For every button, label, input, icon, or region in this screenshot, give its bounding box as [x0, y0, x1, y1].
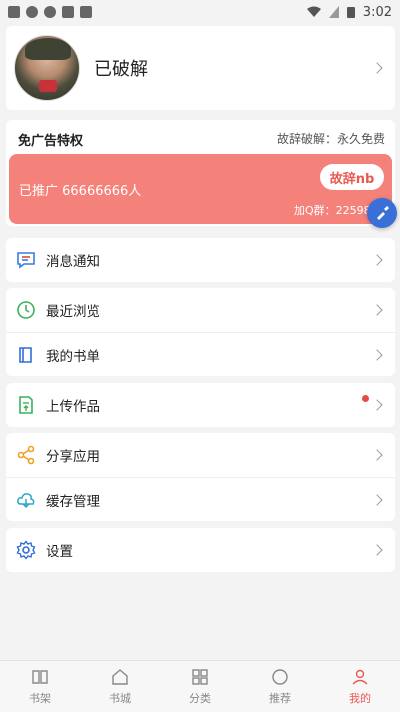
tab-label: 书架 [29, 692, 51, 705]
tab-mine[interactable]: 我的 [320, 661, 400, 712]
chevron-right-icon [371, 254, 383, 266]
home-icon [112, 669, 128, 685]
menu-item-share[interactable]: 分享应用 [6, 433, 395, 477]
bookshelf-icon [32, 670, 48, 684]
book-icon [19, 346, 32, 363]
unread-dot [362, 395, 369, 402]
upload-doc-icon [19, 396, 33, 414]
promo-count: 已推广 66666666人 [19, 184, 142, 199]
vip-title: 免广告特权 [18, 134, 84, 149]
profile-name: 已破解 [94, 59, 148, 80]
app-notification-icon-2 [44, 6, 56, 18]
chevron-right-icon [371, 348, 383, 361]
tab-label: 书城 [109, 692, 131, 705]
tab-bookstore[interactable]: 书城 [80, 661, 160, 712]
vip-button[interactable]: 故辞nb [320, 164, 384, 190]
menu-label-cache: 缓存管理 [46, 493, 100, 510]
menu-group-settings: 设置 [6, 528, 395, 572]
grid-icon [192, 669, 208, 685]
menu-group-share: 分享应用 缓存管理 [6, 433, 395, 521]
cloud-download-icon [17, 492, 35, 508]
status-bar: 3:02 [0, 0, 400, 24]
avatar[interactable] [14, 35, 80, 101]
tab-label: 我的 [349, 692, 371, 705]
wifi-icon [306, 6, 321, 17]
menu-group-browse: 最近浏览 我的书单 [6, 288, 395, 376]
sync-icon [62, 6, 74, 18]
menu-item-recent[interactable]: 最近浏览 [6, 288, 395, 332]
menu-item-settings[interactable]: 设置 [6, 528, 395, 572]
menu-item-notify[interactable]: 消息通知 [6, 238, 395, 282]
profile-card[interactable]: 已破解 [6, 26, 395, 110]
menu-label-settings: 设置 [46, 544, 73, 560]
gear-icon [16, 540, 36, 560]
menu-label-notify: 消息通知 [46, 254, 100, 270]
chevron-right-icon [371, 493, 383, 506]
user-icon [352, 669, 368, 685]
vip-status: 故辞破解：永久免费 [276, 132, 385, 146]
a-icon [80, 6, 92, 18]
menu-item-cache[interactable]: 缓存管理 [6, 477, 395, 521]
bottom-tab-bar: 书架 书城 分类 推荐 我的 [0, 660, 400, 712]
menu-item-upload[interactable]: 上传作品 [6, 383, 395, 427]
menu-label-recent: 最近浏览 [46, 304, 100, 320]
share-icon [17, 445, 35, 465]
vip-card: 免广告特权 故辞破解：永久免费 已推广 66666666人 故辞nb 加Q群：2… [6, 120, 395, 226]
chevron-right-icon [371, 399, 383, 411]
chevron-right-icon [371, 449, 383, 461]
menu-label-upload: 上传作品 [46, 399, 100, 415]
menu-group-upload: 上传作品 [6, 383, 395, 427]
floating-broom-icon[interactable] [367, 198, 397, 228]
chevron-right-icon [371, 304, 383, 316]
message-icon [17, 252, 35, 269]
no-signal-icon [328, 6, 339, 18]
clock: 3:02 [362, 4, 392, 20]
menu-item-booklist[interactable]: 我的书单 [6, 332, 395, 376]
menu-group-notify: 消息通知 [6, 238, 395, 282]
tab-bookshelf[interactable]: 书架 [0, 661, 80, 712]
tab-label: 推荐 [269, 692, 291, 705]
tab-category[interactable]: 分类 [160, 661, 240, 712]
notification-icon [8, 6, 20, 18]
clock-icon [17, 301, 35, 319]
menu-label-share: 分享应用 [46, 449, 100, 465]
tab-label: 分类 [189, 692, 211, 705]
tab-recommend[interactable]: 推荐 [240, 661, 320, 712]
chevron-right-icon [371, 62, 383, 74]
app-notification-icon [26, 6, 38, 18]
recommend-icon [272, 669, 288, 685]
chevron-right-icon [371, 544, 383, 556]
menu-label-booklist: 我的书单 [46, 348, 100, 365]
vip-banner: 已推广 66666666人 故辞nb 加Q群：225988224 [9, 154, 392, 224]
battery-icon [346, 7, 355, 18]
